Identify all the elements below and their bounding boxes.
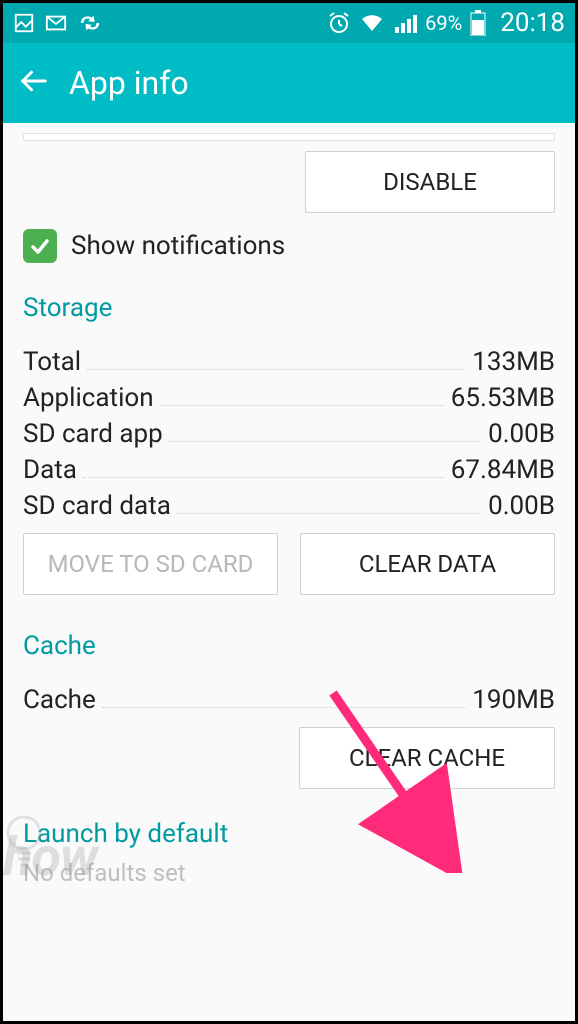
move-to-sd-button: MOVE TO SD CARD — [23, 533, 278, 595]
kv-label: Total — [23, 347, 81, 377]
kv-value: 0.00B — [488, 419, 555, 449]
show-notifications-row[interactable]: Show notifications — [23, 229, 555, 263]
status-clock: 20:18 — [500, 8, 565, 38]
kv-value: 190MB — [472, 685, 555, 715]
dotted-divider — [177, 513, 482, 514]
section-title-launch: Launch by default — [23, 819, 555, 849]
kv-label: SD card data — [23, 491, 171, 521]
sync-icon — [77, 12, 103, 34]
kv-label: Data — [23, 455, 77, 485]
signal-icon — [393, 11, 417, 35]
storage-row-application: Application 65.53MB — [23, 383, 555, 413]
mail-icon — [45, 12, 67, 34]
partial-button-top[interactable] — [23, 133, 555, 141]
checkbox-checked-icon[interactable] — [23, 229, 57, 263]
kv-value: 133MB — [472, 347, 555, 377]
page-title: App info — [69, 64, 189, 102]
kv-value: 0.00B — [488, 491, 555, 521]
kv-value: 65.53MB — [451, 383, 555, 413]
status-bar: 69% 20:18 — [3, 3, 575, 43]
dotted-divider — [83, 477, 445, 478]
storage-row-total: Total 133MB — [23, 347, 555, 377]
dotted-divider — [169, 441, 482, 442]
kv-value: 67.84MB — [451, 455, 555, 485]
kv-label: SD card app — [23, 419, 163, 449]
section-title-cache: Cache — [23, 631, 555, 661]
dotted-divider — [102, 707, 466, 708]
section-title-storage: Storage — [23, 293, 555, 323]
back-icon[interactable] — [19, 66, 49, 100]
battery-percent: 69% — [425, 11, 462, 35]
content-area: DISABLE Show notifications Storage Total… — [3, 123, 575, 887]
disable-button[interactable]: DISABLE — [305, 151, 555, 213]
no-defaults-text: No defaults set — [23, 859, 555, 887]
battery-icon — [470, 10, 486, 36]
storage-row-data: Data 67.84MB — [23, 455, 555, 485]
clear-cache-button[interactable]: CLEAR CACHE — [299, 727, 555, 789]
show-notifications-label: Show notifications — [71, 231, 285, 261]
image-icon — [13, 12, 35, 34]
kv-label: Application — [23, 383, 154, 413]
app-bar: App info — [3, 43, 575, 123]
dotted-divider — [87, 369, 466, 370]
storage-row-sd-card-data: SD card data 0.00B — [23, 491, 555, 521]
alarm-icon — [327, 11, 351, 35]
storage-row-sd-card-app: SD card app 0.00B — [23, 419, 555, 449]
wifi-icon — [359, 11, 385, 35]
cache-row: Cache 190MB — [23, 685, 555, 715]
dotted-divider — [160, 405, 445, 406]
clear-data-button[interactable]: CLEAR DATA — [300, 533, 555, 595]
kv-label: Cache — [23, 685, 96, 715]
